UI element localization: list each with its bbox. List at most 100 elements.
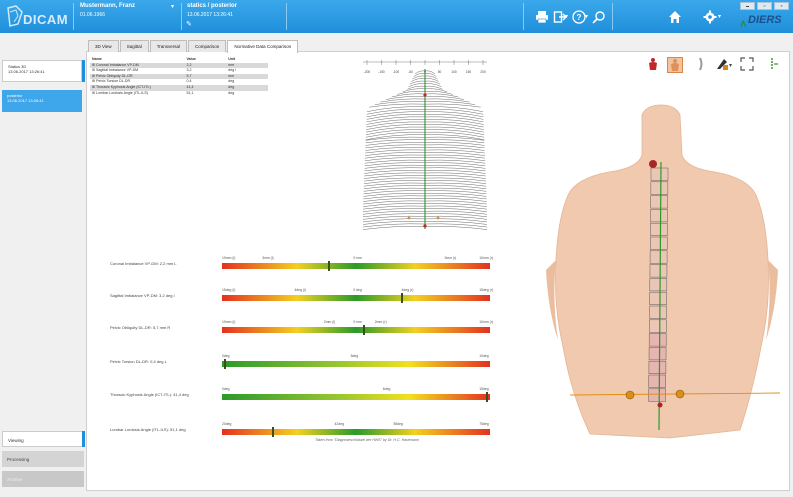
torso-3d-view[interactable] [530,100,792,450]
spine-view-icon[interactable] [693,57,707,71]
dimple-left-marker [407,216,411,220]
viewing-button[interactable]: Viewing [2,431,84,447]
palette-dropdown-icon[interactable]: ▾ [729,62,732,69]
bar-tick-label: 0 mm [353,320,362,324]
bar-tick-label: 3mm (r) [444,256,457,260]
bar-gradient [222,327,490,333]
dimple-right-3d [675,389,685,399]
bar-label: Thoracic Kyphosis Angle (ICT-ITL): 41,4 … [110,392,189,397]
bar-tick-label: 2mm (l) [323,320,336,324]
bar-label: Coronal Imbalance VP-DM: 2,2 mm L [110,261,177,266]
bar-tick-label: 0 mm [353,256,362,260]
bar-label: Pelvic Torsion DL-DR: 0,4 deg L [110,359,167,364]
minimize-button[interactable]: ▬ [740,2,755,10]
vertebra-box [649,305,667,319]
bar-tick-label: 15deg [479,387,489,391]
separator [73,3,74,30]
gear-icon[interactable] [703,10,717,24]
normative-bar-row: Pelvic Obliquity DL-DR: 5,7 mm R 10mm (l)… [110,319,505,343]
row-name: Thoracic Kyphosis Angle (ICT-ITL) [95,84,151,89]
patient-dropdown-icon[interactable]: ▾ [171,3,174,10]
bar-tick-label: 15deg (r) [479,288,494,292]
color-palette-icon[interactable] [715,57,729,71]
vertebra-box [648,388,666,402]
bar-tick-label: 15deg (l) [222,288,236,292]
session-item-statics-3d[interactable]: Statics 3D 13.06.2017 13:26:41 [2,60,82,82]
diers-logo-icon [740,15,747,28]
dimple-left-3d [625,390,635,400]
separator [181,3,182,30]
vertebra-box [650,181,669,195]
ruler-label: -150 [378,70,385,74]
contour-view[interactable]: -200-150-100-50050100150200 [355,57,495,249]
tab-comparison[interactable]: Comparison [188,40,227,52]
row-value: 51,1 [186,90,194,95]
bar-value-marker [363,325,366,335]
ruler-label: 150 [466,70,472,74]
vp-marker [649,160,657,168]
normative-bar-row: Sagittal Imbalance VP-DM: 3,2 deg l 15deg… [110,287,505,311]
session-time: 13.06.2017 13:26:41 [8,69,45,74]
session-item-posterior[interactable]: posterior 13.06.2017 13:26:41 [2,90,82,112]
bar-value-marker [328,261,331,271]
processing-button[interactable]: Processing [2,451,84,467]
bar-ticks: 10mm (l) 2mm (l) 0 mm 2mm (r) 10mm (r) [222,320,493,326]
selection-indicator [82,60,85,82]
ruler-label: -100 [393,70,400,74]
archive-button[interactable]: Archive [2,471,84,487]
row-name: Coronal Imbalance VP-DM [96,62,139,67]
skin-view-icon[interactable] [667,57,683,73]
bar-ticks: 0deg 6deg 15deg [222,387,490,393]
tab-transversal[interactable]: Transversal [149,40,188,52]
settings-dropdown-icon[interactable]: ▾ [718,13,721,20]
edit-icon[interactable]: ✎ [186,20,192,28]
normative-bar-row: Lumbar Lordosis Angle (ITL-ILS): 51,1 de… [110,421,505,445]
viewing-indicator [82,431,85,447]
table-row[interactable]: ⊞ Lumbar Lordosis Angle (ITL-ILS) 51,1 deg [90,91,268,97]
search-icon[interactable] [592,10,606,24]
vertebra-box [650,195,668,209]
torso-view-icon[interactable] [646,57,660,71]
row-name: Pelvic Obliquity DL-DR [96,73,133,78]
bar-gradient [222,394,490,400]
maximize-button[interactable]: ▭ [757,2,772,10]
row-name: Pelvic Torsion DL-DR [96,79,131,84]
bar-ticks: 20deg 42deg 55deg 75deg [222,422,490,428]
help-dropdown-icon[interactable]: ▾ [585,13,588,20]
bar-label: Lumbar Lordosis Angle (ITL-ILS): 51,1 de… [110,427,186,432]
spine-settings-icon[interactable] [765,57,779,71]
vertebra-box [650,167,669,181]
bar-gradient [222,361,490,367]
export-dropdown-icon[interactable]: ▾ [565,13,568,20]
ruler-label: -50 [408,70,413,74]
bar-label: Sagittal Imbalance VP-DM: 3,2 deg l [110,293,175,298]
tab-sagittal[interactable]: Sagittal [119,40,149,52]
bar-gradient [222,429,490,435]
bar-tick-label: 2mm (r) [374,320,387,324]
help-icon[interactable]: ? [572,10,586,24]
separator [286,3,287,30]
close-button[interactable]: ✕ [774,2,789,10]
separator [612,3,613,30]
session-time: 13.06.2017 13:26:41 [7,98,44,103]
window-controls: ▬ ▭ ✕ [740,2,789,10]
fit-view-icon[interactable] [740,57,754,71]
home-icon[interactable] [668,10,682,24]
app-name: DICAM [23,12,69,27]
bar-tick-label: 0deg [222,387,230,391]
vertebra-box [648,360,667,374]
patient-name: Mustermann, Franz [80,3,136,9]
vertebra-box [649,278,668,292]
bar-value-marker [486,392,489,402]
normative-bar-row: Thoracic Kyphosis Angle (ICT-ITL): 41,4 … [110,386,505,410]
bar-tick-label: 6deg [382,387,391,391]
bar-label: Pelvic Obliquity DL-DR: 5,7 mm R [110,325,171,330]
print-icon[interactable] [535,10,549,24]
vertebrae [648,167,669,402]
bar-gradient [222,263,490,269]
tab-normative-data-comparison[interactable]: Normative Data Comparison [227,40,299,53]
vertebra-box [649,319,667,333]
vertebra-box [649,291,667,305]
patient-dob: 01.06.1966 [80,12,106,18]
tab-3d-view[interactable]: 3D View [88,40,119,52]
